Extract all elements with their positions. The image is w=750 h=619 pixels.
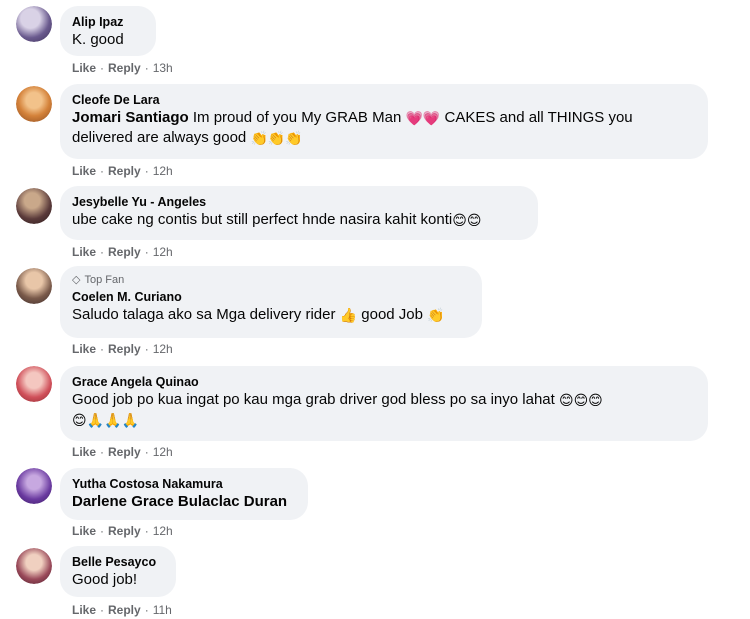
separator: · [144,61,149,75]
smile-emoji: 😊😊 [452,212,482,228]
comment-author[interactable]: Cleofe De Lara [72,92,696,108]
separator: · [144,603,149,617]
comment-text: Saludo talaga ako sa Mga delivery rider … [72,306,445,323]
comment-bubble: Belle Pesayco Good job! [60,546,176,597]
reply-button[interactable]: Reply [108,602,141,618]
comment-actions: Like · Reply · 12h [72,244,173,260]
avatar[interactable] [16,468,52,504]
like-button[interactable]: Like [72,244,96,260]
like-button[interactable]: Like [72,60,96,76]
comment-author[interactable]: Belle Pesayco [72,554,164,570]
comment-timestamp[interactable]: 11h [153,602,172,618]
comment-actions: Like · Reply · 12h [72,163,173,179]
comment-timestamp[interactable]: 12h [153,244,173,260]
avatar[interactable] [16,86,52,122]
clap-emoji: 👏 [427,307,445,323]
comment-bubble: Grace Angela Quinao Good job po kua inga… [60,366,708,441]
comment-text: Good job! [72,571,138,588]
comment-text: ube cake ng contis but still perfect hnd… [72,211,482,228]
separator: · [144,445,149,459]
comment-text: Jomari Santiago Im proud of you My GRAB … [72,109,633,126]
reply-button[interactable]: Reply [108,163,141,179]
comment-author[interactable]: Coelen M. Curiano [72,289,470,305]
gem-icon: ◇ [72,274,81,286]
like-button[interactable]: Like [72,163,96,179]
comment-text: Good job po kua ingat po kau mga grab dr… [72,391,603,408]
top-fan-badge: ◇ Top Fan [72,274,125,286]
like-button[interactable]: Like [72,602,96,618]
reply-button[interactable]: Reply [108,60,141,76]
tagged-user[interactable]: Darlene Grace Bulaclac Duran [72,492,296,512]
avatar[interactable] [16,188,52,224]
avatar[interactable] [16,366,52,402]
comment-author[interactable]: Alip Ipaz [72,14,144,30]
separator: · [100,164,105,178]
comment-timestamp[interactable]: 12h [153,444,173,460]
comment-author[interactable]: Yutha Costosa Nakamura [72,476,296,492]
heart-emoji: 💗💗 [405,110,441,126]
reply-button[interactable]: Reply [108,244,141,260]
like-button[interactable]: Like [72,444,96,460]
comment-actions: Like · Reply · 13h [72,60,173,76]
comment-bubble: ◇ Top Fan Coelen M. Curiano Saludo talaga… [60,266,482,338]
comment-timestamp[interactable]: 13h [153,60,173,76]
comment-timestamp[interactable]: 12h [153,341,173,357]
reply-button[interactable]: Reply [108,523,141,539]
separator: · [100,524,105,538]
avatar[interactable] [16,548,52,584]
comment-bubble: Yutha Costosa Nakamura Darlene Grace Bul… [60,468,308,520]
comment-bubble: Alip Ipaz K. good [60,6,156,56]
comment-actions: Like · Reply · 12h [72,523,173,539]
comment-text-line2: 😊🙏🙏🙏 [72,410,696,430]
comment-timestamp[interactable]: 12h [153,163,173,179]
thumbs-up-emoji: 👍 [339,307,358,323]
separator: · [100,445,105,459]
tagged-user[interactable]: Jomari Santiago [72,109,189,126]
reply-button[interactable]: Reply [108,341,141,357]
comment-text-line2: delivered are always good 👏👏👏 [72,129,303,146]
avatar[interactable] [16,268,52,304]
reply-button[interactable]: Reply [108,444,141,460]
smile-emoji: 😊😊😊 [558,392,603,408]
like-button[interactable]: Like [72,341,96,357]
clap-emoji: 👏👏👏 [250,130,303,146]
comment-bubble: Jesybelle Yu - Angeles ube cake ng conti… [60,186,538,240]
separator: · [100,61,105,75]
pray-emoji: 😊🙏🙏🙏 [72,412,139,428]
separator: · [100,245,105,259]
like-button[interactable]: Like [72,523,96,539]
avatar[interactable] [16,6,52,42]
comment-actions: Like · Reply · 12h [72,444,173,460]
comment-bubble: Cleofe De Lara Jomari Santiago Im proud … [60,84,708,159]
comment-actions: Like · Reply · 11h [72,602,172,618]
comment-author[interactable]: Grace Angela Quinao [72,374,696,390]
separator: · [144,164,149,178]
separator: · [144,245,149,259]
separator: · [100,342,105,356]
separator: · [144,342,149,356]
separator: · [100,603,105,617]
separator: · [144,524,149,538]
comment-timestamp[interactable]: 12h [153,523,173,539]
comment-text: K. good [72,31,124,48]
comment-author[interactable]: Jesybelle Yu - Angeles [72,194,526,210]
comment-actions: Like · Reply · 12h [72,341,173,357]
